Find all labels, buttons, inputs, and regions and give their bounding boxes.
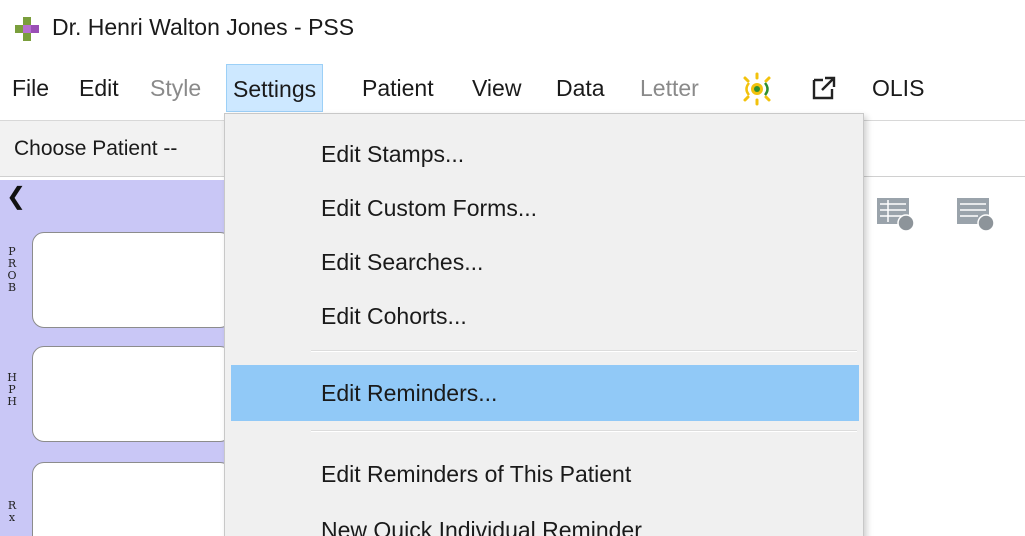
- problems-box[interactable]: [32, 232, 232, 328]
- menu-item-edit-cohorts[interactable]: Edit Cohorts...: [231, 288, 859, 344]
- section-label-hph: HPH: [7, 371, 17, 408]
- menu-item-edit-searches[interactable]: Edit Searches...: [231, 234, 859, 290]
- section-label-prob: PROB: [7, 245, 17, 294]
- menu-olis[interactable]: OLIS: [866, 64, 930, 112]
- popout-window-icon[interactable]: [812, 76, 836, 100]
- menu-letter[interactable]: Letter: [634, 64, 705, 112]
- settings-menu: Edit Stamps... Edit Custom Forms... Edit…: [224, 113, 864, 536]
- menu-item-edit-reminders-this-patient[interactable]: Edit Reminders of This Patient: [231, 446, 859, 502]
- menu-separator: [311, 430, 857, 432]
- patient-bar-right: [862, 121, 1025, 177]
- document-list-icon[interactable]: [956, 194, 998, 232]
- title-bar: Dr. Henri Walton Jones - PSS: [0, 0, 1025, 56]
- menu-data[interactable]: Data: [550, 64, 611, 112]
- document-grid-icon[interactable]: [876, 194, 918, 232]
- menu-bar: File Edit Style Settings Patient View Da…: [0, 64, 1025, 114]
- section-label-rx: Rx: [7, 499, 17, 524]
- window-title: Dr. Henri Walton Jones - PSS: [52, 14, 355, 40]
- signal-broadcast-icon[interactable]: [735, 72, 779, 106]
- pss-logo-icon: [15, 17, 39, 41]
- choose-patient-dropdown[interactable]: Choose Patient --: [0, 121, 230, 177]
- menu-item-edit-reminders[interactable]: Edit Reminders...: [231, 365, 859, 421]
- menu-settings[interactable]: Settings: [226, 64, 324, 112]
- side-panel: ❮ PROB HPH Rx: [0, 180, 232, 536]
- menu-file[interactable]: File: [6, 64, 55, 112]
- menu-edit[interactable]: Edit: [73, 64, 125, 112]
- menu-item-edit-custom-forms[interactable]: Edit Custom Forms...: [231, 180, 859, 236]
- menu-patient[interactable]: Patient: [356, 64, 440, 112]
- choose-patient-label: Choose Patient --: [14, 137, 178, 160]
- rx-box[interactable]: [32, 462, 232, 536]
- menu-style[interactable]: Style: [144, 64, 207, 112]
- menu-item-edit-stamps[interactable]: Edit Stamps...: [231, 126, 859, 182]
- hph-box[interactable]: [32, 346, 232, 442]
- menu-view[interactable]: View: [466, 64, 527, 112]
- chevron-left-icon[interactable]: ❮: [6, 182, 26, 211]
- app-window: Dr. Henri Walton Jones - PSS File Edit S…: [0, 0, 1025, 536]
- menu-separator: [311, 350, 857, 352]
- menu-item-new-quick-individual-reminder[interactable]: New Quick Individual Reminder: [231, 502, 859, 536]
